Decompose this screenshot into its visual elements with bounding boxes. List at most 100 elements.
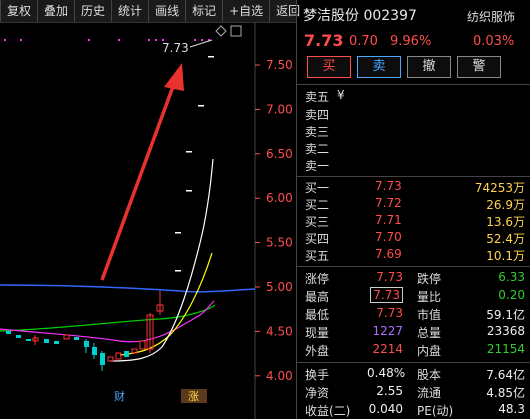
stock-header: 梦洁股份 002397 纺织服饰	[297, 0, 530, 28]
high-label: 最高	[305, 290, 330, 304]
financial-marker[interactable]: 财	[114, 389, 125, 403]
last-price: 7.73	[304, 31, 344, 50]
stat-row: 涨停 7.73 跌停 6.33	[297, 270, 530, 286]
stat-row: 最低 7.73 市值 59.1亿	[297, 306, 530, 322]
trade-buttons: 买 卖 撤 警	[297, 56, 530, 82]
buy4-price: 7.70	[375, 230, 402, 244]
low-label: 最低	[305, 308, 330, 322]
buy4-volume: 52.4万	[486, 232, 525, 246]
toolbar-stats[interactable]: 统计	[112, 0, 150, 22]
sell1-label: 卖一	[305, 159, 330, 173]
price-change: 0.70	[349, 34, 378, 49]
pe-label: PE(动)	[417, 404, 454, 418]
buy5-price: 7.69	[375, 247, 402, 261]
stat-row: 净资 2.55 流通 4.85亿	[297, 384, 530, 400]
share-capital-value: 7.64亿	[486, 368, 525, 382]
limit-up-value: 7.73	[376, 270, 403, 284]
divider	[297, 84, 530, 85]
total-volume-label: 总量	[417, 326, 442, 340]
buy-button[interactable]: 买	[307, 56, 351, 78]
order-book-buy-row[interactable]: 买四 7.70 52.4万	[297, 230, 530, 246]
sell3-label: 卖三	[305, 125, 330, 139]
ma-line-magenta	[0, 300, 215, 343]
stat-row: 外盘 2214 内盘 21154	[297, 342, 530, 358]
toolbar-overlay[interactable]: 叠加	[38, 0, 76, 22]
yen-icon: ¥	[337, 88, 345, 102]
square-icon[interactable]	[230, 25, 242, 37]
price-tick-label: 6.50	[266, 147, 293, 161]
market-cap-value: 59.1亿	[486, 308, 525, 322]
sell2-label: 卖二	[305, 142, 330, 156]
candles	[6, 56, 214, 371]
inner-volume-label: 内盘	[417, 344, 442, 358]
cancel-order-button[interactable]: 撤	[407, 56, 451, 78]
ma-line-white	[109, 158, 214, 362]
sell5-label: 卖五	[305, 90, 330, 104]
price-tick-label: 7.50	[266, 58, 293, 72]
market-cap-label: 市值	[417, 308, 442, 322]
high-value: 7.73	[370, 287, 403, 303]
price-row: 7.73 0.70 9.96% 0.03%	[297, 28, 530, 54]
volume-ratio-value: 0.20	[498, 288, 525, 302]
order-book-buy-row[interactable]: 买三 7.71 13.6万	[297, 213, 530, 229]
toolbar-add-watchlist[interactable]: +自选	[223, 0, 271, 22]
share-capital-label: 股本	[417, 368, 442, 382]
buy1-volume: 74253万	[474, 181, 525, 195]
price-tick-label: 6.00	[266, 191, 293, 205]
stat-row: 最高 7.73 量比 0.20	[297, 287, 530, 304]
eps-value: 0.040	[368, 402, 403, 416]
toolbar-fuquan[interactable]: 复权	[1, 0, 39, 22]
toolbar-history[interactable]: 历史	[75, 0, 113, 22]
toolbar-mark[interactable]: 标记	[186, 0, 224, 22]
limit-up-marker[interactable]: 涨	[188, 390, 199, 403]
toolbar-draw-line[interactable]: 画线	[149, 0, 187, 22]
buy3-label: 买三	[305, 215, 330, 229]
stat-row: 收益(二) 0.040 PE(动) 48.3	[297, 402, 530, 418]
limit-down-value: 6.33	[498, 270, 525, 284]
price-ticks: 7.50 7.00 6.50 6.00 5.50 5.00 4.50 4.00	[255, 58, 293, 383]
sector-change-pct: 0.03%	[473, 34, 515, 49]
sell-button[interactable]: 卖	[357, 56, 401, 78]
stat-row: 换手 0.48% 股本 7.64亿	[297, 366, 530, 382]
peak-label-pointer	[189, 39, 213, 48]
order-book-sell-row: 卖一	[297, 157, 530, 173]
divider	[297, 362, 530, 363]
net-asset-label: 净资	[305, 386, 330, 400]
chart-toolbar: 复权 叠加 历史 统计 画线 标记 +自选 返回	[0, 0, 300, 23]
buy2-label: 买二	[305, 198, 330, 212]
diamond-icon[interactable]	[215, 25, 227, 37]
current-volume-label: 现量	[305, 326, 330, 340]
order-book-buy-row[interactable]: 买五 7.69 10.1万	[297, 247, 530, 263]
price-tick-label: 5.00	[266, 280, 293, 294]
sector-name[interactable]: 纺织服饰	[467, 8, 515, 25]
outer-volume-label: 外盘	[305, 344, 330, 358]
stock-name-code: 梦洁股份 002397	[303, 8, 417, 24]
divider	[297, 176, 530, 177]
net-asset-value: 2.55	[376, 384, 403, 398]
order-book-buy-row[interactable]: 买二 7.72 26.9万	[297, 196, 530, 212]
divider	[297, 266, 530, 267]
stat-row: 现量 1227 总量 23368	[297, 324, 530, 340]
outer-volume-value: 2214	[372, 342, 403, 356]
order-book-sell-row: 卖三	[297, 123, 530, 139]
total-volume-value: 23368	[486, 324, 525, 338]
price-tick-label: 4.00	[266, 369, 293, 383]
low-value: 7.73	[376, 306, 403, 320]
order-book-buy-row[interactable]: 买一 7.73 74253万	[297, 179, 530, 195]
inner-volume-value: 21154	[486, 342, 525, 356]
float-shares-label: 流通	[417, 386, 442, 400]
annotation-arrow	[100, 63, 184, 281]
price-change-pct: 9.96%	[390, 34, 432, 49]
volume-ratio-label: 量比	[417, 290, 442, 304]
buy4-label: 买四	[305, 232, 330, 246]
sell4-label: 卖四	[305, 108, 330, 122]
price-tick-label: 7.00	[266, 102, 293, 116]
price-tick-label: 4.50	[266, 324, 293, 338]
alert-button[interactable]: 警	[457, 56, 501, 78]
candlestick-chart[interactable]: 7.73 7.507.006.506.005.505.004.504.00 财 …	[0, 23, 296, 419]
float-shares-value: 4.85亿	[486, 386, 525, 400]
peak-price-label: 7.73	[162, 41, 189, 55]
buy1-label: 买一	[305, 181, 330, 195]
turnover-label: 换手	[305, 368, 330, 382]
buy2-price: 7.72	[375, 196, 402, 210]
